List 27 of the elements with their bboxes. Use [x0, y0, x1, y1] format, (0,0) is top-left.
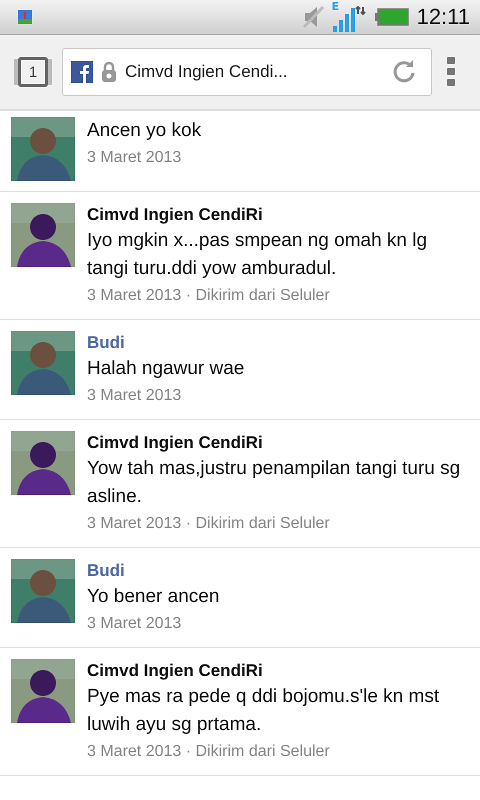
message-date: 3 Maret 2013 · Dikirim dari Seluler — [87, 742, 331, 762]
author-name: Cimvd Ingien CendiRi — [87, 204, 264, 226]
message-text: Yo bener ancen — [87, 585, 220, 609]
message-date: 3 Maret 2013 — [87, 148, 182, 168]
reload-icon[interactable] — [391, 59, 417, 85]
message-text: Ancen yo kok — [87, 119, 202, 143]
notification-icon — [18, 10, 32, 24]
message-text: Iyo mgkin x...pas smpean ng omah kn lg tangi turu.ddi yow amburadul. — [87, 229, 428, 281]
lock-icon — [101, 61, 117, 83]
menu-icon[interactable] — [446, 56, 456, 88]
clock: 12:11 — [416, 4, 470, 30]
author-name: Cimvd Ingien CendiRi — [87, 660, 264, 682]
message-text: Yow tah mas,justru penampilan tangi turu sg asline. — [87, 457, 462, 509]
message-date: 3 Maret 2013 · Dikirim dari Seluler — [87, 514, 331, 534]
message-date: 3 Maret 2013 — [87, 614, 182, 634]
message-text: Halah ngawur wae — [87, 357, 246, 381]
message-date: 3 Maret 2013 — [87, 386, 182, 406]
address-bar[interactable]: Cimvd Ingien Cendi... — [62, 48, 432, 96]
author-name[interactable]: Budi — [87, 559, 468, 583]
message-text: Pye mas ra pede q ddi bojomu.s'le kn mst luwih ayu sg prtama. — [87, 685, 440, 737]
message-date: 3 Maret 2013 · Dikirim dari Seluler — [87, 286, 331, 306]
author-name: Cimvd Ingien CendiRi — [87, 432, 264, 454]
facebook-icon — [71, 61, 93, 83]
author-name[interactable]: Budi — [87, 331, 468, 355]
battery-icon — [374, 8, 409, 26]
mute-icon — [302, 5, 325, 29]
page-title: Cimvd Ingien Cendi... — [125, 62, 289, 82]
